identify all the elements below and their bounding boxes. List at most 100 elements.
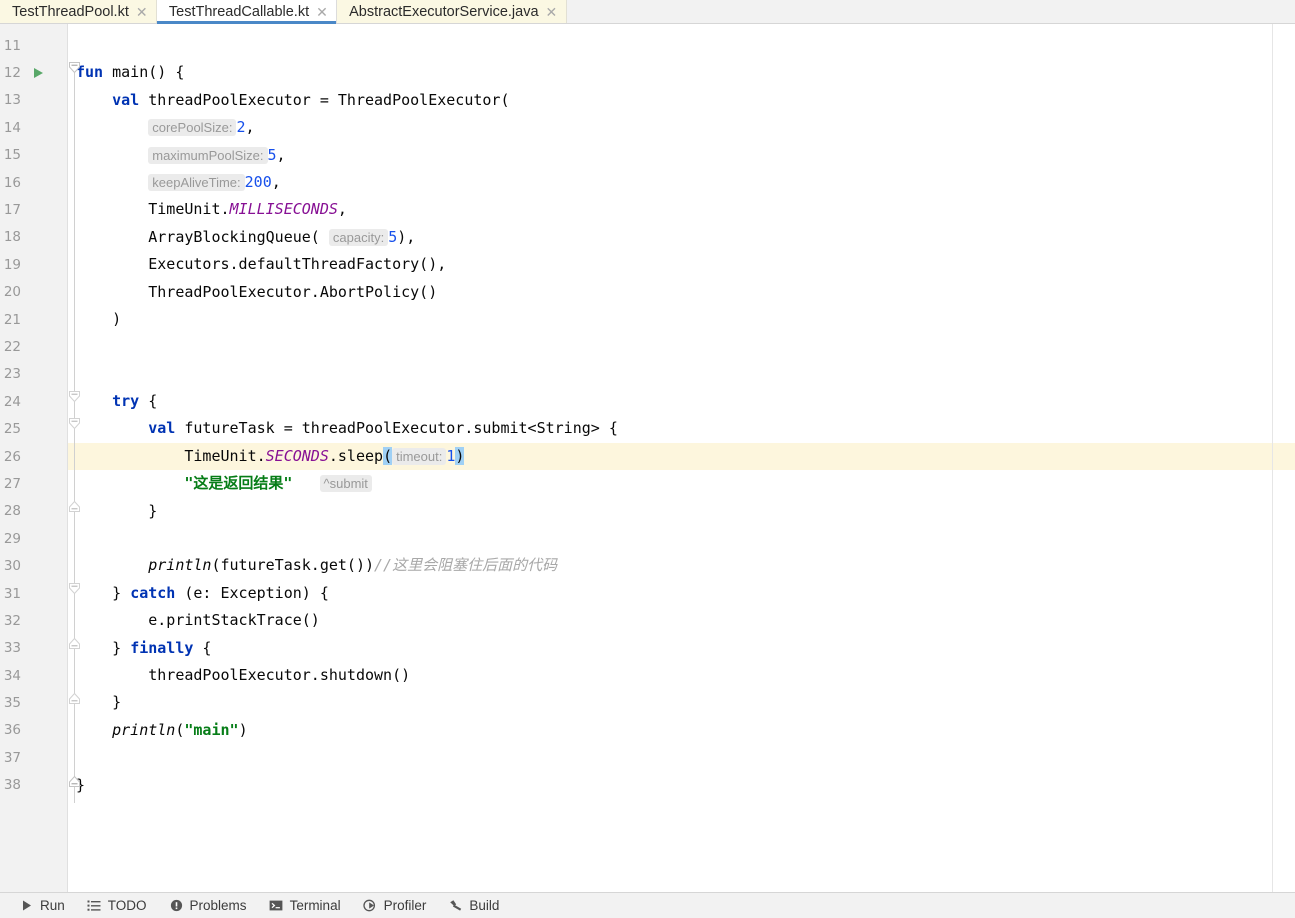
editor-gutter[interactable]: 11 12 13 14 15 16 17 18 19 20 21 22 23 2… [0,24,68,892]
token-params: (e: Exception) { [175,583,329,602]
code-line-21[interactable]: ) [68,306,1295,333]
line-number-38: 38 [0,772,67,799]
code-text-area[interactable]: fun main() { val threadPoolExecutor = Th… [68,24,1295,892]
code-line-16[interactable]: keepAliveTime: 200, [68,169,1295,196]
line-number-label: 29 [3,530,21,547]
code-line-37[interactable] [68,744,1295,771]
inlay-hint-maximumpoolsize[interactable]: maximumPoolSize: [148,146,268,164]
editor-tab-testthreadcallable[interactable]: TestThreadCallable.kt ✕ [156,0,338,24]
tool-button-label: Terminal [289,898,341,913]
code-line-13[interactable]: val threadPoolExecutor = ThreadPoolExecu… [68,87,1295,114]
line-number-label: 14 [3,119,21,136]
token-punct: () { [148,63,185,82]
token-keyword-catch: catch [130,583,176,602]
tool-button-problems[interactable]: Problems [158,894,258,918]
tool-button-profiler[interactable]: Profiler [352,894,438,918]
editor-tab-abstractexecutorservice[interactable]: AbstractExecutorService.java ✕ [337,0,567,23]
code-line-22[interactable] [68,333,1295,360]
line-number-label: 34 [3,667,21,684]
fold-marker-line-35[interactable] [68,692,81,705]
line-number-label: 22 [3,338,21,355]
inlay-hint-capacity[interactable]: capacity: [328,228,389,246]
code-line-34[interactable]: threadPoolExecutor.shutdown() [68,662,1295,689]
token-constructor-call: ArrayBlockingQueue( [148,227,320,246]
line-number-12: 12 [0,59,67,86]
run-icon [19,898,34,913]
fold-marker-line-31[interactable] [68,582,81,595]
line-number-11: 11 [0,32,67,59]
token-method-call: e.printStackTrace() [148,611,320,630]
line-number-label: 31 [3,585,21,602]
code-line-19[interactable]: Executors.defaultThreadFactory(), [68,251,1295,278]
token-line-comment: //这里会阻塞住后面的代码 [374,556,558,575]
line-number-24: 24 [0,388,67,415]
tool-button-terminal[interactable]: Terminal [258,894,352,918]
code-line-12[interactable]: fun main() { [68,59,1295,86]
inlay-hint-timeout[interactable]: timeout: [392,447,447,465]
fold-marker-line-24[interactable] [68,390,81,403]
fold-marker-line-28[interactable] [68,500,81,513]
code-line-14[interactable]: corePoolSize: 2, [68,114,1295,141]
close-icon[interactable]: ✕ [316,5,328,19]
code-line-35[interactable]: } [68,689,1295,716]
code-line-26[interactable]: TimeUnit.SECONDS.sleep(timeout: 1) [68,442,1295,471]
code-line-23[interactable] [68,361,1295,388]
code-line-33[interactable]: } finally { [68,635,1295,662]
code-line-31[interactable]: } catch (e: Exception) { [68,580,1295,607]
fold-marker-line-12[interactable] [68,61,81,74]
token-number: 5 [267,145,277,164]
inlay-hint-corepoolsize[interactable]: corePoolSize: [148,119,237,137]
code-line-27[interactable]: "这是返回结果" ^submit [68,470,1295,497]
token-punct: { [139,392,158,411]
token-args: (futureTask.get()) [211,556,375,575]
code-line-38[interactable]: } [68,772,1295,799]
code-line-15[interactable]: maximumPoolSize: 5, [68,142,1295,169]
line-number-20: 20 [0,279,67,306]
token-method-call: Executors.defaultThreadFactory(), [148,255,447,274]
tab-label: TestThreadPool.kt [12,3,129,20]
token-constructor-call: ThreadPoolExecutor.AbortPolicy() [148,282,438,301]
code-line-20[interactable]: ThreadPoolExecutor.AbortPolicy() [68,279,1295,306]
line-number-label: 11 [3,37,21,54]
close-icon[interactable]: ✕ [546,5,558,19]
tool-button-build[interactable]: Build [437,894,510,918]
token-keyword-val: val [148,419,176,438]
tool-button-todo[interactable]: TODO [76,894,158,918]
code-line-36[interactable]: println("main") [68,717,1295,744]
token-operator: = [319,90,329,109]
terminal-icon [269,898,284,913]
code-line-29[interactable] [68,525,1295,552]
token-constructor-call: ThreadPoolExecutor( [337,90,510,109]
fold-marker-line-25[interactable] [68,417,81,430]
inlay-hint-submit-return[interactable]: ^submit [319,475,372,493]
code-line-17[interactable]: TimeUnit.MILLISECONDS, [68,196,1295,223]
code-line-11[interactable] [68,32,1295,59]
code-line-32[interactable]: e.printStackTrace() [68,607,1295,634]
profiler-icon [363,898,378,913]
fold-marker-line-38[interactable] [68,775,81,788]
line-number-13: 13 [0,87,67,114]
token-identifier: threadPoolExecutor [148,90,311,109]
close-icon[interactable]: ✕ [136,5,148,19]
run-gutter-icon[interactable] [34,68,43,79]
token-punct: ), [397,227,416,246]
inlay-hint-keepalivetime[interactable]: keepAliveTime: [148,173,245,191]
line-number-14: 14 [0,114,67,141]
line-number-36: 36 [0,717,67,744]
line-number-17: 17 [0,196,67,223]
code-line-28[interactable]: } [68,498,1295,525]
code-editor[interactable]: 11 12 13 14 15 16 17 18 19 20 21 22 23 2… [0,24,1295,892]
token-bracket-close-highlighted: ) [455,446,465,465]
code-line-24[interactable]: try { [68,388,1295,415]
code-line-18[interactable]: ArrayBlockingQueue( capacity: 5), [68,224,1295,251]
token-function-println: println [112,720,176,739]
tool-button-run[interactable]: Run [8,894,76,918]
line-number-label: 35 [3,695,21,712]
code-line-25[interactable]: val futureTask = threadPoolExecutor.subm… [68,415,1295,442]
fold-marker-line-33[interactable] [68,637,81,650]
token-punct: } [112,638,131,657]
line-number-label: 32 [3,612,21,629]
editor-tab-testthreadpool[interactable]: TestThreadPool.kt ✕ [0,0,157,23]
token-keyword-val: val [112,90,140,109]
code-line-30[interactable]: println(futureTask.get())//这里会阻塞住后面的代码 [68,552,1295,579]
